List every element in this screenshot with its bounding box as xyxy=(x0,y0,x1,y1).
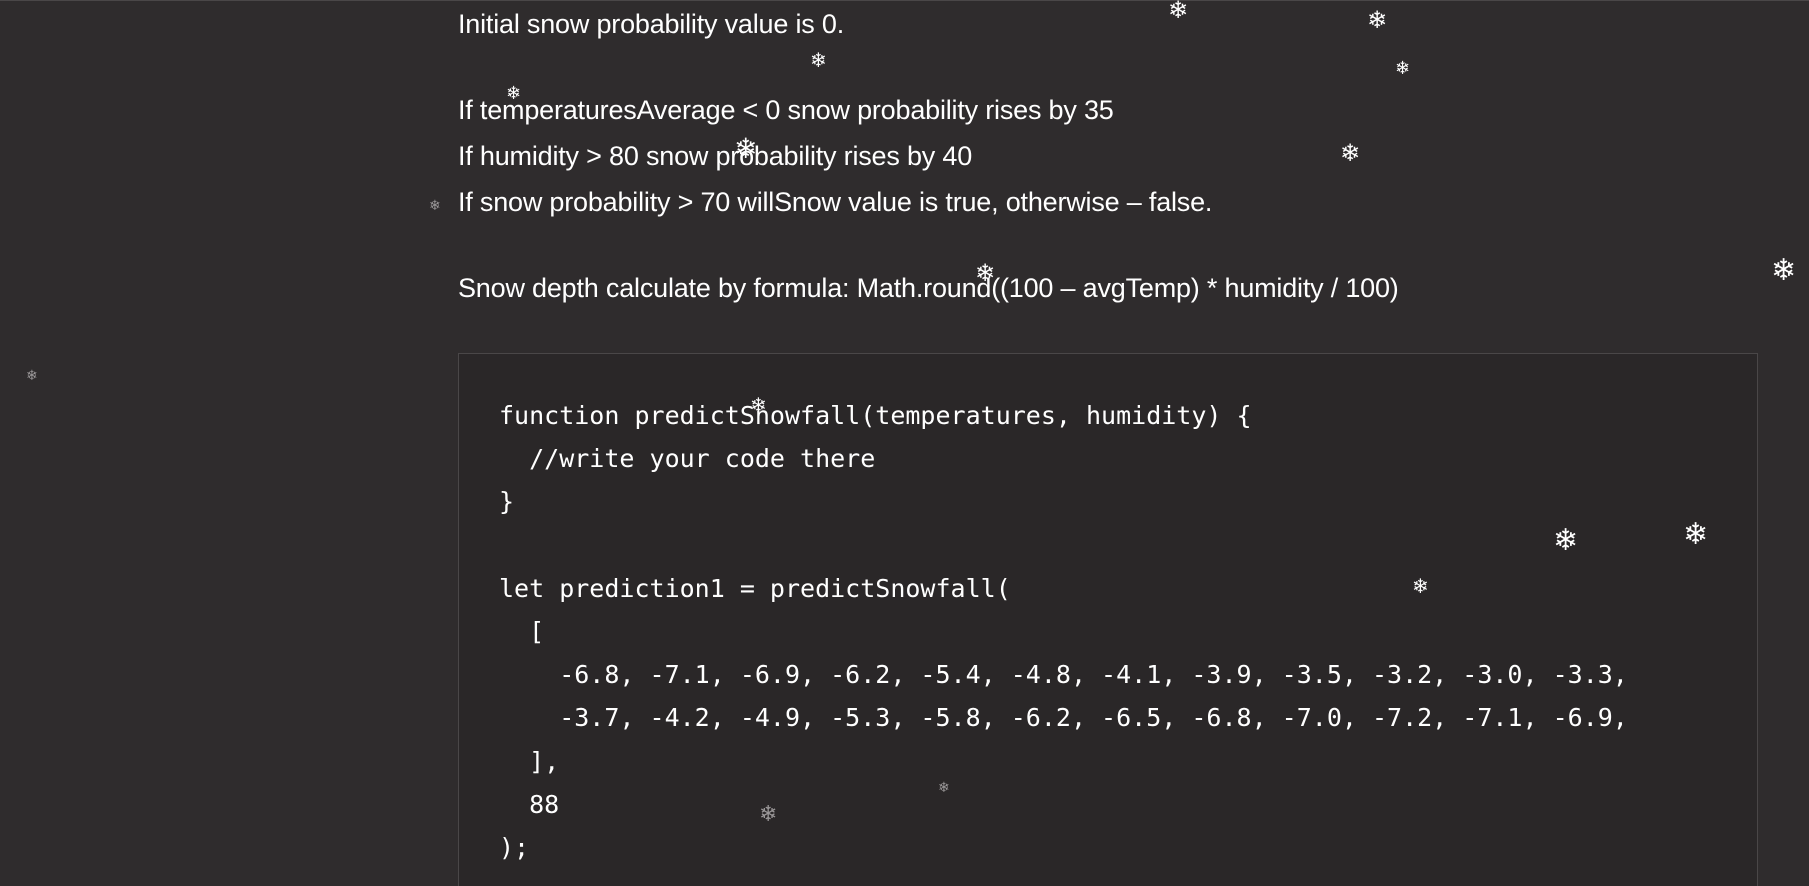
code-block[interactable]: function predictSnowfall(temperatures, h… xyxy=(458,353,1758,886)
snowflake-icon: ❄ xyxy=(1771,253,1797,288)
code-line: ], xyxy=(499,746,560,776)
code-line: } xyxy=(499,487,515,517)
snowflake-icon: ❄ xyxy=(810,48,827,72)
snowflake-icon: ❄ xyxy=(26,368,38,384)
snowflake-icon: ❄ xyxy=(429,198,441,214)
rule-will-snow: If snow probability > 70 willSnow value … xyxy=(458,187,1213,217)
code-line: [ xyxy=(499,616,545,646)
snowflake-icon: ❄ xyxy=(1367,6,1388,34)
rule-temperature: If temperaturesAverage < 0 snow probabil… xyxy=(458,95,1114,125)
code-line: -3.7, -4.2, -4.9, -5.3, -5.8, -6.2, -6.5… xyxy=(499,703,1628,733)
top-divider xyxy=(0,0,1809,1)
rule-initial-probability: Initial snow probability value is 0. xyxy=(458,9,845,39)
code-line: function predictSnowfall(temperatures, h… xyxy=(499,401,1252,430)
code-line: ); xyxy=(499,832,530,862)
rule-humidity: If humidity > 80 snow probability rises … xyxy=(458,141,973,171)
code-content[interactable]: function predictSnowfall(temperatures, h… xyxy=(499,394,1628,869)
code-line: let prediction1 = predictSnowfall( xyxy=(499,573,1011,603)
code-line: //write your code there xyxy=(499,444,876,474)
snowflake-icon: ❄ xyxy=(1395,58,1411,79)
code-line: 88 xyxy=(499,789,560,819)
snowflake-icon: ❄ xyxy=(1340,139,1361,167)
snowflake-icon: ❄ xyxy=(1168,0,1189,24)
code-line: -6.8, -7.1, -6.9, -6.2, -5.4, -4.8, -4.1… xyxy=(499,660,1628,690)
rule-snow-depth-formula: Snow depth calculate by formula: Math.ro… xyxy=(458,273,1399,303)
